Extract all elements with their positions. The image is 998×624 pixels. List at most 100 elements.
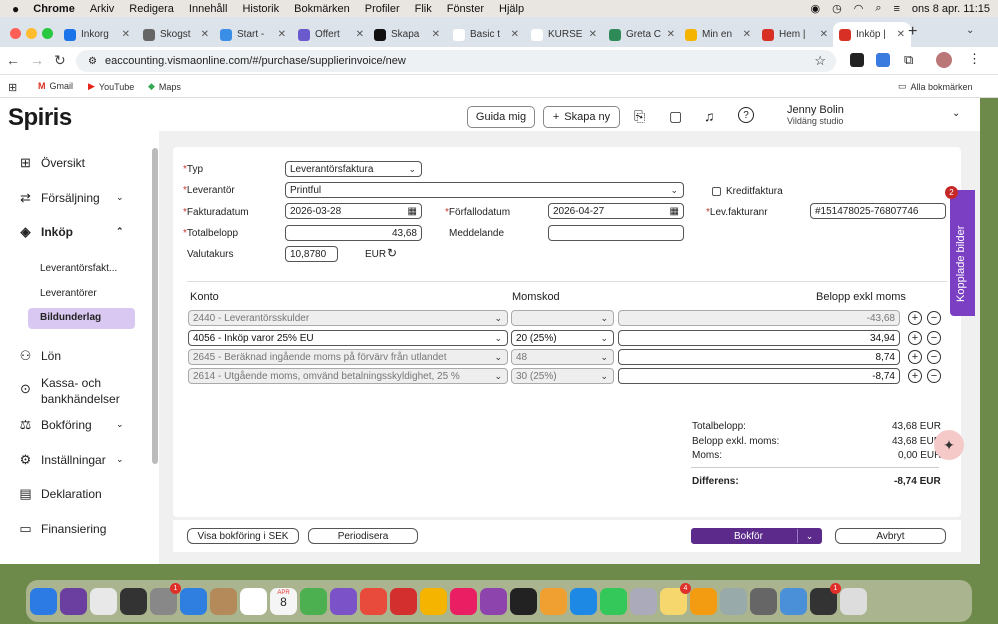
browser-tab[interactable]: Hem | ✕	[756, 22, 834, 47]
dock-app-icon[interactable]	[330, 587, 357, 615]
amount-input[interactable]: 8,74	[618, 349, 900, 365]
invoice-date-input[interactable]: 2026-03-28 ▦	[285, 203, 422, 219]
dock-app-icon[interactable]	[210, 587, 237, 615]
supplier-select[interactable]: Printful ⌄	[285, 182, 684, 198]
vat-code-select[interactable]: 30 (25%) ⌄	[511, 368, 614, 384]
close-tab-icon[interactable]: ✕	[897, 29, 905, 40]
calendar-icon[interactable]: ▦	[408, 206, 417, 217]
nav-sales[interactable]: ⇄ Försäljning ⌄	[18, 190, 124, 205]
dock-app-icon[interactable]	[720, 587, 747, 615]
url-text[interactable]: eaccounting.vismaonline.com/#/purchase/s…	[105, 55, 406, 67]
due-date-input[interactable]: 2026-04-27 ▦	[548, 203, 684, 219]
account-select[interactable]: 4056 - Inköp varor 25% EU ⌄	[188, 330, 508, 346]
dock-app-icon[interactable]	[840, 587, 867, 615]
nav-declaration[interactable]: ▤ Deklaration	[18, 486, 101, 501]
document-scan-icon[interactable]: ⎘	[634, 108, 645, 125]
browser-tab[interactable]: Greta C ✕	[603, 22, 681, 47]
dock-app-icon[interactable]	[300, 587, 327, 615]
browser-tab[interactable]: Inkorg ✕	[58, 22, 136, 47]
bell-icon[interactable]: ♫	[704, 108, 715, 124]
dock-app-icon[interactable]: 1	[810, 582, 841, 615]
account-select[interactable]: 2440 - Leverantörsskulder ⌄	[188, 310, 508, 326]
guide-button[interactable]: Guida mig	[467, 106, 535, 128]
dock-app-icon[interactable]	[690, 587, 717, 615]
browser-tab[interactable]: Offert ✕	[292, 22, 370, 47]
menu-fonster[interactable]: Fönster	[447, 3, 484, 15]
nav-supplier-invoices[interactable]: Leverantörsfakt...	[40, 263, 117, 274]
nav-salary[interactable]: ⚇ Lön	[18, 348, 61, 363]
dock-app-icon[interactable]	[420, 587, 447, 615]
menu-arkiv[interactable]: Arkiv	[90, 3, 114, 15]
dock-app-icon[interactable]	[570, 587, 597, 615]
clock-icon[interactable]: ◷	[832, 2, 842, 15]
user-menu[interactable]: Jenny Bolin Vildäng studio	[787, 104, 844, 126]
new-tab-button[interactable]: +	[908, 23, 917, 41]
ai-sparkle-icon[interactable]: ✦	[934, 430, 964, 460]
dock-app-icon[interactable]	[780, 587, 807, 615]
type-select[interactable]: Leverantörsfaktura ⌄	[285, 161, 422, 177]
dock-app-icon[interactable]	[630, 587, 657, 615]
refresh-rate-icon[interactable]: ↻	[387, 246, 397, 260]
menu-hjalp[interactable]: Hjälp	[499, 3, 524, 15]
menu-flik[interactable]: Flik	[415, 3, 432, 15]
dock-app-icon[interactable]	[450, 587, 477, 615]
nav-settings[interactable]: ⚙ Inställningar ⌄	[18, 452, 124, 467]
dock-app-icon[interactable]	[540, 587, 567, 615]
reload-icon[interactable]: ↻	[54, 52, 66, 69]
dock-app-icon[interactable]	[90, 587, 117, 615]
site-info-icon[interactable]: ⚙	[88, 56, 97, 67]
calendar-icon[interactable]: ▦	[670, 206, 679, 217]
close-tab-icon[interactable]: ✕	[432, 29, 440, 40]
menubar-clock[interactable]: ons 8 apr. 11:15	[912, 3, 990, 15]
close-tab-icon[interactable]: ✕	[667, 29, 675, 40]
menu-innehall[interactable]: Innehåll	[189, 3, 228, 15]
vat-code-select[interactable]: ⌄	[511, 310, 614, 326]
menu-chrome[interactable]: Chrome	[33, 3, 75, 15]
dock-app-icon[interactable]	[120, 587, 147, 615]
bookmark-maps[interactable]: ◆ Maps	[148, 81, 181, 92]
dock-app-icon[interactable]: 4	[660, 582, 691, 615]
wifi-icon[interactable]: ◠	[854, 2, 864, 15]
browser-tab[interactable]: Min en ✕	[679, 22, 757, 47]
help-icon[interactable]: ?	[738, 107, 754, 123]
bookmark-youtube[interactable]: ▶ YouTube	[88, 81, 134, 92]
create-new-button[interactable]: + Skapa ny	[543, 106, 620, 128]
extension-icon[interactable]	[876, 53, 890, 67]
total-amount-input[interactable]: 43,68	[285, 225, 422, 241]
browser-tab[interactable]: Skapa ✕	[368, 22, 446, 47]
spiris-logo[interactable]: Spiris	[8, 104, 72, 132]
menu-profiler[interactable]: Profiler	[365, 3, 400, 15]
dock-app-icon[interactable]	[60, 587, 87, 615]
remove-row-icon[interactable]: −	[927, 369, 941, 383]
close-window-button[interactable]	[10, 28, 21, 39]
dock-app-icon[interactable]: APR 8	[270, 587, 297, 615]
credit-invoice-checkbox[interactable]	[712, 187, 721, 196]
account-select[interactable]: 2614 - Utgående moms, omvänd betalningss…	[188, 368, 508, 384]
close-tab-icon[interactable]: ✕	[356, 29, 364, 40]
vat-code-select[interactable]: 20 (25%) ⌄	[511, 330, 614, 346]
chevron-down-icon[interactable]: ⌄	[952, 108, 960, 119]
nav-suppliers[interactable]: Leverantörer	[40, 288, 97, 299]
amount-input[interactable]: 34,94	[618, 330, 900, 346]
apple-icon[interactable]: ●	[12, 2, 19, 16]
maximize-window-button[interactable]	[42, 28, 53, 39]
dock-app-icon[interactable]	[750, 587, 777, 615]
close-tab-icon[interactable]: ✕	[122, 29, 130, 40]
forward-icon[interactable]: →	[30, 52, 44, 68]
book-button[interactable]: Bokför ⌄	[691, 528, 822, 544]
exchange-rate-input[interactable]: 10,8780	[285, 246, 338, 262]
message-input[interactable]	[548, 225, 684, 241]
linked-images-tab[interactable]: Kopplade bilder	[950, 190, 975, 316]
control-center-icon[interactable]: ≡	[893, 3, 899, 15]
invoice-number-input[interactable]: #151478025-76807746	[810, 203, 946, 219]
all-bookmarks[interactable]: ▭ Alla bokmärken	[898, 81, 973, 92]
amount-input[interactable]: -8,74	[618, 368, 900, 384]
menu-redigera[interactable]: Redigera	[129, 3, 174, 15]
nav-financing[interactable]: ▭ Finansiering	[18, 521, 106, 536]
extensions-puzzle-icon[interactable]: ⧉	[904, 52, 913, 68]
close-tab-icon[interactable]: ✕	[511, 29, 519, 40]
apps-grid-icon[interactable]: ⊞	[8, 81, 17, 94]
address-bar[interactable]: ⚙ eaccounting.vismaonline.com/#/purchase…	[76, 50, 836, 72]
nav-overview[interactable]: ⊞ Översikt	[18, 155, 85, 170]
close-tab-icon[interactable]: ✕	[589, 29, 597, 40]
